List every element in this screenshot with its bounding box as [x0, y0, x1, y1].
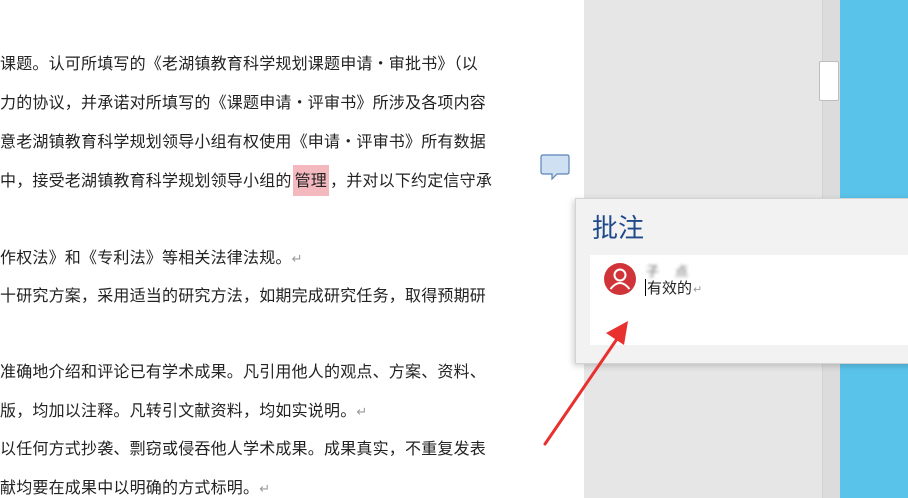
doc-line-4-after: ，并对以下约定信守承 [330, 171, 493, 190]
doc-line-2: 力的协议，并承诺对所填写的《课题申请・评审书》所涉及各项内容 [0, 93, 487, 112]
doc-line-8: 版，均加以注释。凡转引文献资料，均如实说明。↵ [0, 397, 368, 421]
scrollbar-thumb[interactable] [819, 61, 839, 101]
doc-line-4: 中，接受老湖镇教育科学规划领导小组的 管理 ，并对以下约定信守承 [0, 165, 493, 196]
doc-line-1: 课题。认可所填写的《老湖镇教育科学规划课题申请・审批书》（以 [0, 54, 479, 73]
paragraph-mark: ↵ [356, 405, 368, 420]
paragraph-mark: ↵ [291, 252, 303, 267]
comment-text-input[interactable]: 有效的↵ [645, 277, 702, 298]
doc-line-3: 意老湖镇教育科学规划领导小组有权使用《申请・评审书》所有数据 [0, 132, 487, 151]
comments-pane-title: 批注 [592, 214, 645, 244]
doc-line-5: 作权法》和《专利法》等相关法律法规。↵ [0, 244, 303, 268]
doc-line-4-before: 中，接受老湖镇教育科学规划领导小组的 [0, 171, 292, 190]
doc-line-10: 献均要在成果中以明确的方式标明。↵ [0, 474, 270, 498]
doc-line-5-text: 作权法》和《专利法》等相关法律法规。 [0, 248, 292, 267]
doc-line-6: 十研究方案，采用适当的研究方法，如期完成研究任务，取得预期研 [0, 286, 487, 305]
comments-pane: 批注 子 点 有效的↵ [575, 198, 908, 364]
comment-card[interactable]: 子 点 有效的↵ [590, 255, 908, 345]
doc-line-7: 准确地介绍和评论已有学术成果。凡引用他人的观点、方案、资料、 [0, 362, 487, 381]
comment-end-mark: ↵ [693, 283, 703, 296]
comment-text: 有效的 [647, 279, 693, 297]
document-page[interactable]: 课题。认可所填写的《老湖镇教育科学规划课题申请・审批书》（以 力的协议，并承诺对… [0, 0, 584, 498]
doc-line-9: 以任何方式抄袭、剽窃或侵吞他人学术成果。成果真实，不重复发表 [0, 439, 487, 458]
paragraph-mark: ↵ [259, 482, 271, 497]
comment-balloon-icon[interactable] [540, 153, 570, 185]
doc-line-10-text: 献均要在成果中以明确的方式标明。 [0, 478, 260, 497]
text-caret [645, 279, 646, 296]
user-avatar-icon [604, 263, 636, 295]
doc-line-8-text: 版，均加以注释。凡转引文献资料，均如实说明。 [0, 401, 357, 420]
commented-text-highlight[interactable]: 管理 [292, 165, 330, 196]
